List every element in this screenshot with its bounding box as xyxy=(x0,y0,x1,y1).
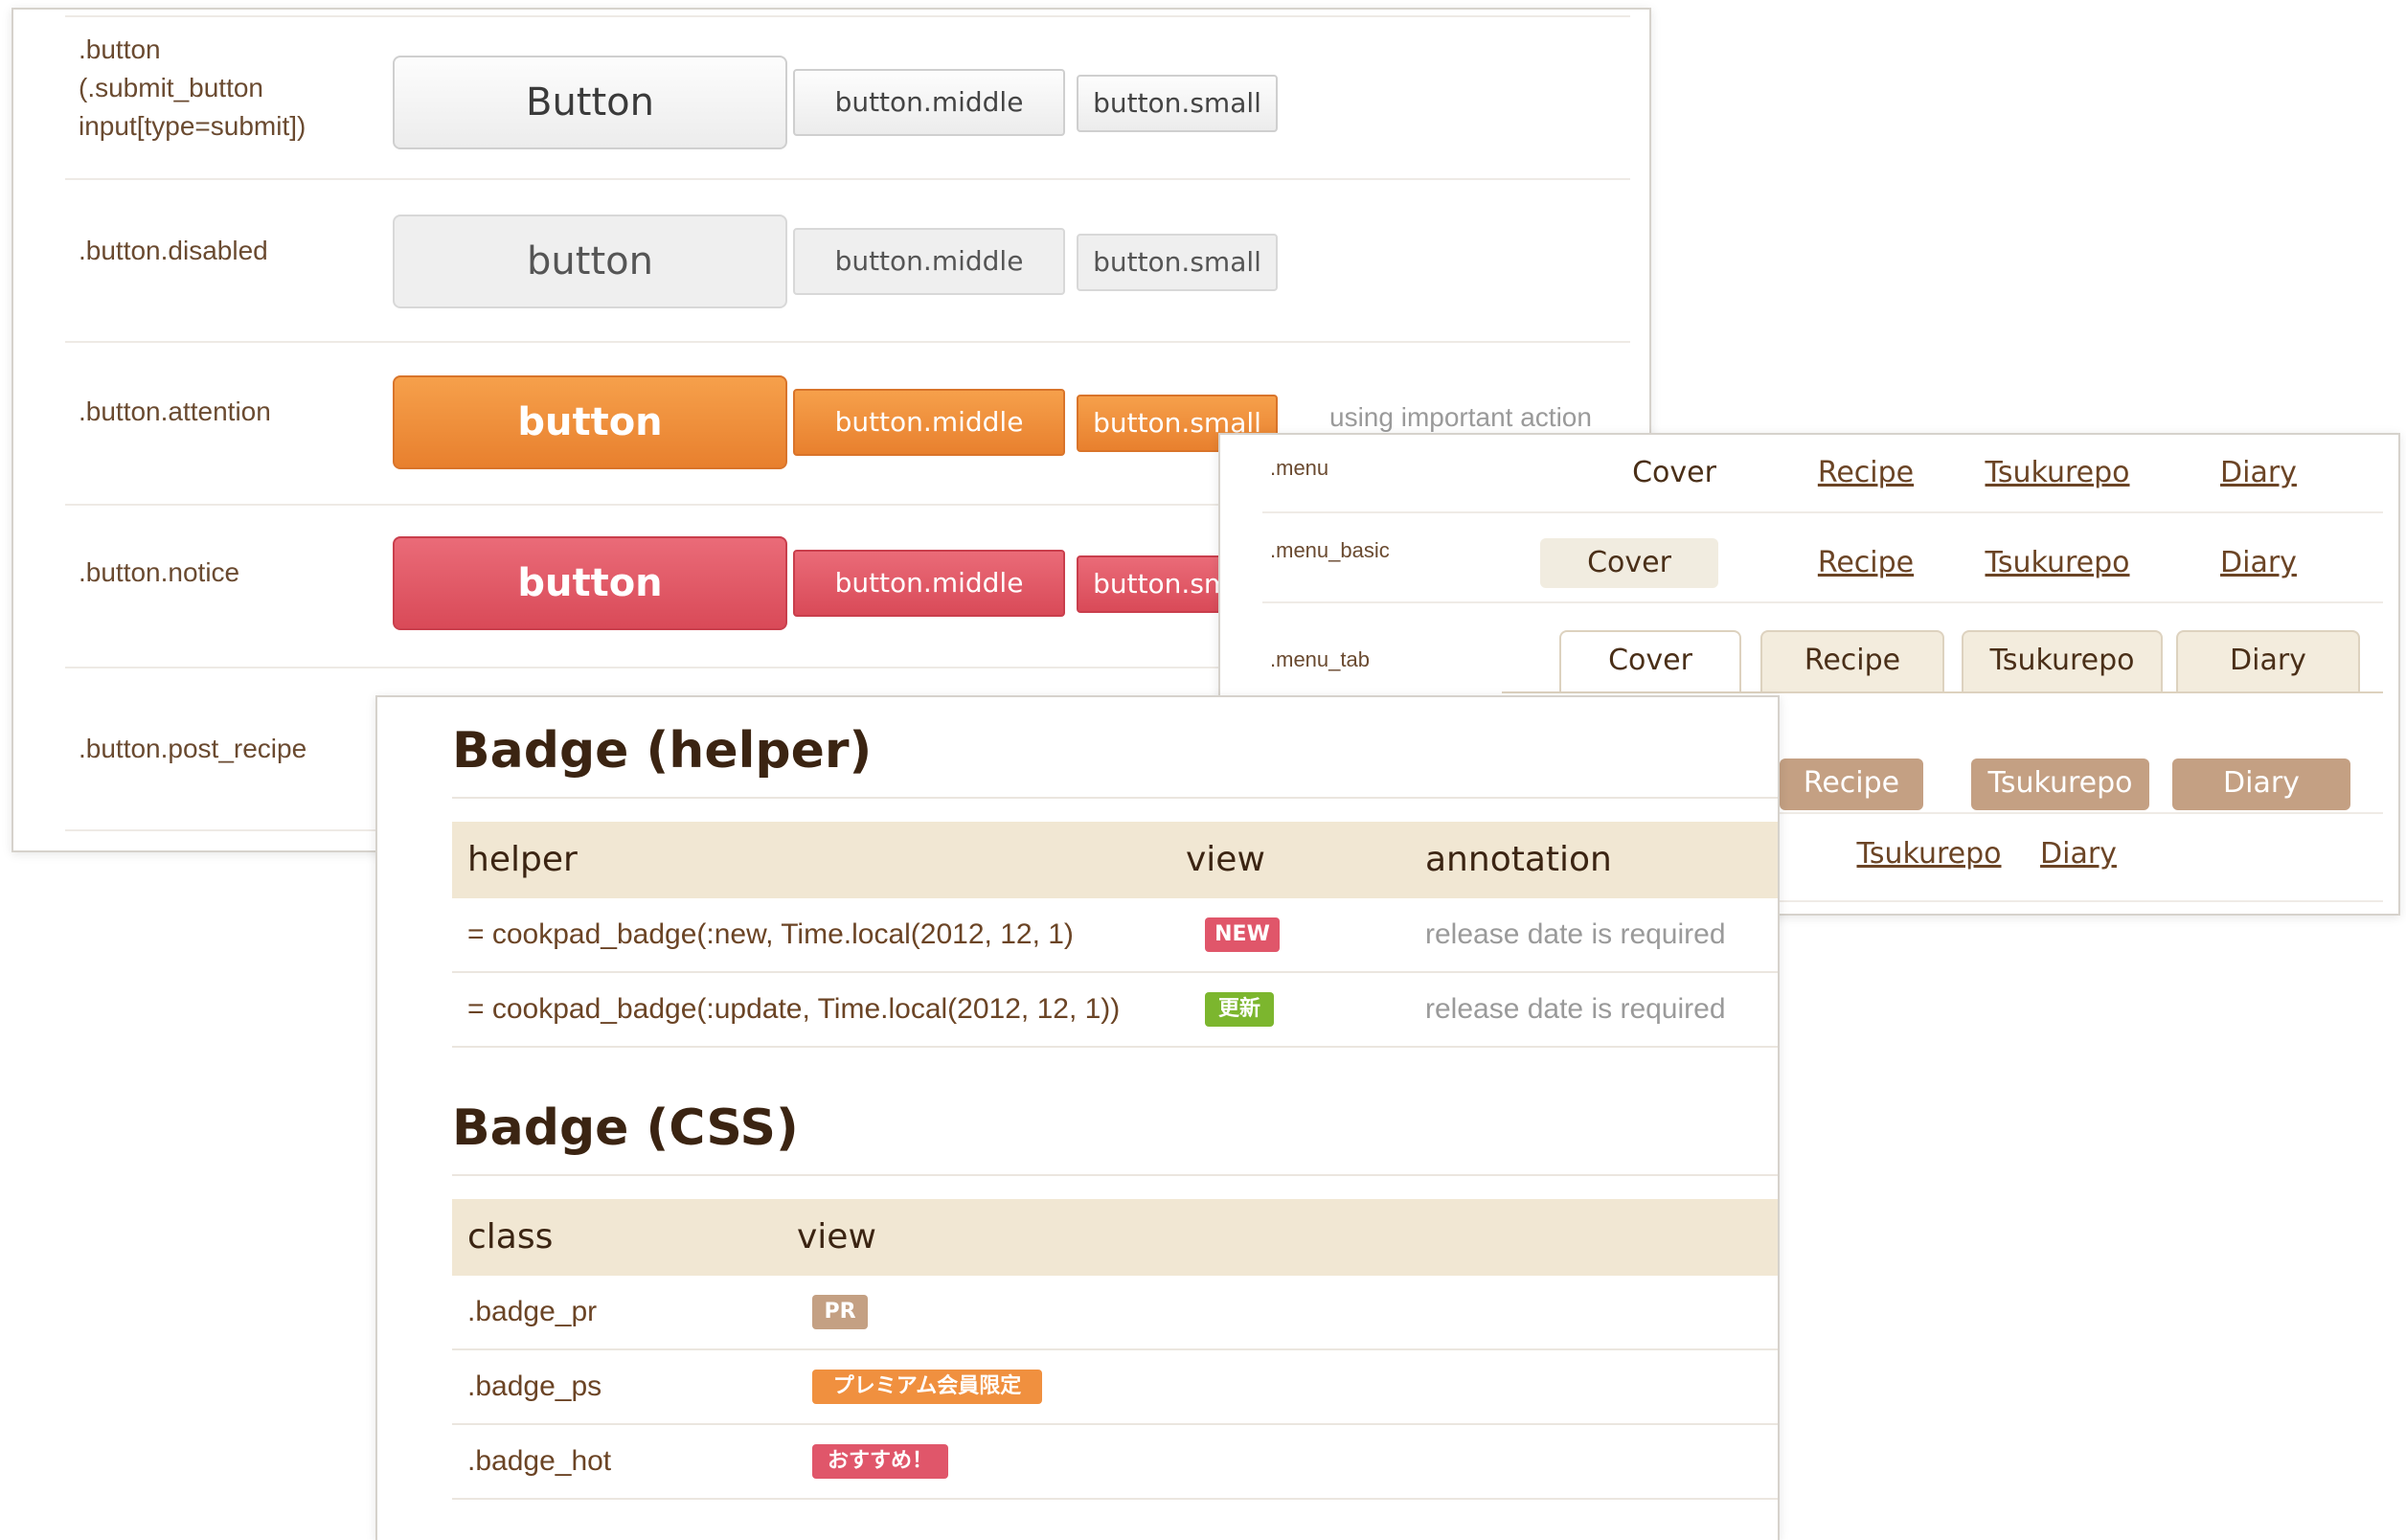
menu-item-tsukurepo[interactable]: Tsukurepo xyxy=(1971,456,2144,489)
badge-new: NEW xyxy=(1205,917,1280,952)
tab-tsukurepo[interactable]: Tsukurepo xyxy=(1962,630,2163,691)
tab-baseline xyxy=(1502,691,2383,693)
button-large-notice[interactable]: button xyxy=(393,536,787,630)
tab-recipe[interactable]: Recipe xyxy=(1760,630,1944,691)
button-small[interactable]: button.small xyxy=(1077,75,1278,132)
menu-item-tsukurepo[interactable]: Tsukurepo xyxy=(1971,546,2144,579)
css-class: .badge_ps xyxy=(467,1370,602,1402)
helper-code: = cookpad_badge(:new, Time.local(2012, 1… xyxy=(467,918,1074,950)
class-label: .button.notice xyxy=(79,557,240,587)
section-title-badge-css: Badge (CSS) xyxy=(452,1099,799,1157)
section-divider xyxy=(452,1174,1778,1176)
table-row: = cookpad_badge(:update, Time.local(2012… xyxy=(452,973,1778,1048)
button-row-disabled: .button.disabled button button.middle bu… xyxy=(65,178,1630,341)
button-middle-attention[interactable]: button.middle xyxy=(793,389,1065,456)
pill-diary[interactable]: Diary xyxy=(2172,759,2350,810)
menu-item-diary[interactable]: Diary xyxy=(2172,546,2345,579)
css-class: .badge_pr xyxy=(467,1296,598,1327)
button-small-disabled: button.small xyxy=(1077,234,1278,291)
annotation-text: release date is required xyxy=(1425,918,1726,950)
badge-hot: おすすめ！ xyxy=(812,1444,948,1479)
menu-item-diary[interactable]: Diary xyxy=(2021,837,2136,871)
tab-diary[interactable]: Diary xyxy=(2176,630,2360,691)
class-label: .button (.submit_button input[type=submi… xyxy=(79,31,306,146)
menu-item-tsukurepo[interactable]: Tsukurepo xyxy=(1833,837,2025,871)
class-label: .button.post_recipe xyxy=(79,734,307,763)
menu-item-cover[interactable]: Cover xyxy=(1588,456,1760,489)
table-row: = cookpad_badge(:new, Time.local(2012, 1… xyxy=(452,898,1778,973)
menu-item-recipe[interactable]: Recipe xyxy=(1780,546,1952,579)
button-large-attention[interactable]: button xyxy=(393,375,787,469)
class-label-line: input[type=submit]) xyxy=(79,111,306,141)
column-header-helper: helper xyxy=(467,840,578,879)
column-header-annotation: annotation xyxy=(1425,840,1612,879)
tab-cover[interactable]: Cover xyxy=(1559,630,1741,691)
css-table-header: class view xyxy=(452,1199,1778,1276)
annotation-text: release date is required xyxy=(1425,993,1726,1025)
css-class: .badge_hot xyxy=(467,1445,612,1477)
menu-row-plain: .menu Cover Recipe Tsukurepo Diary xyxy=(1262,435,2383,513)
class-label: .button.attention xyxy=(79,396,271,426)
table-row: .badge_pr PR xyxy=(452,1276,1778,1350)
menu-item-recipe[interactable]: Recipe xyxy=(1780,456,1952,489)
badge-update: 更新 xyxy=(1205,992,1274,1027)
class-label-line: (.submit_button xyxy=(79,73,263,102)
menu-row-tab: .menu_tab Cover Recipe Tsukurepo Diary xyxy=(1262,603,2383,703)
pill-recipe[interactable]: Recipe xyxy=(1780,759,1923,810)
helper-code: = cookpad_badge(:update, Time.local(2012… xyxy=(467,993,1121,1025)
table-row: .badge_ps プレミアム会員限定 xyxy=(452,1350,1778,1425)
menu-item-cover[interactable]: Cover xyxy=(1540,538,1718,588)
button-middle-disabled: button.middle xyxy=(793,228,1065,295)
class-label: .menu xyxy=(1270,456,1329,480)
pill-tsukurepo[interactable]: Tsukurepo xyxy=(1971,759,2149,810)
section-divider xyxy=(452,797,1778,799)
button-middle-notice[interactable]: button.middle xyxy=(793,550,1065,617)
column-header-class: class xyxy=(467,1217,554,1257)
menu-item-diary[interactable]: Diary xyxy=(2172,456,2345,489)
column-header-view: view xyxy=(797,1217,876,1257)
button-row-default: .button (.submit_button input[type=submi… xyxy=(65,15,1630,178)
badge-pr: PR xyxy=(812,1295,868,1329)
button-middle[interactable]: button.middle xyxy=(793,69,1065,136)
menu-row-basic: .menu_basic Cover Recipe Tsukurepo Diary xyxy=(1262,513,2383,603)
badge-premium: プレミアム会員限定 xyxy=(812,1370,1042,1404)
button-large-disabled: button xyxy=(393,215,787,308)
column-header-view: view xyxy=(1186,840,1265,879)
section-title-badge-helper: Badge (helper) xyxy=(452,722,873,780)
usage-note: using important action xyxy=(1329,402,1592,432)
helper-table-header: helper view annotation xyxy=(452,822,1778,898)
table-row: .badge_hot おすすめ！ xyxy=(452,1425,1778,1500)
badge-styleguide-panel: Badge (helper) helper view annotation = … xyxy=(375,695,1780,1540)
button-large[interactable]: Button xyxy=(393,56,787,149)
class-label: .menu_basic xyxy=(1270,538,1390,562)
class-label-line: .button xyxy=(79,34,161,64)
class-label: .menu_tab xyxy=(1270,647,1370,671)
class-label: .button.disabled xyxy=(79,236,268,265)
